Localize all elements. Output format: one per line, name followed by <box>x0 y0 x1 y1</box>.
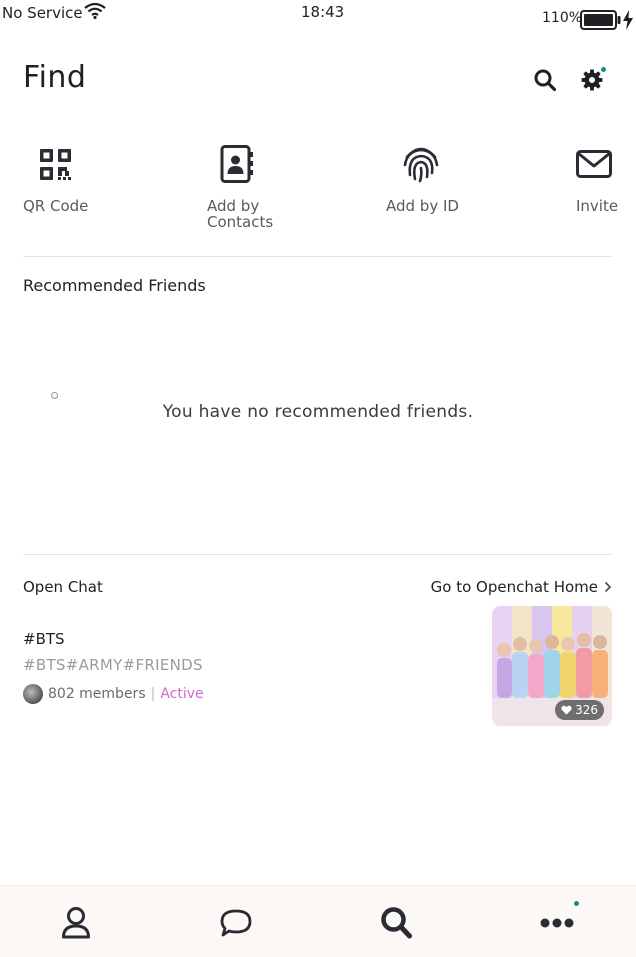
likes-count: 326 <box>575 703 598 717</box>
search-icon[interactable] <box>533 68 557 92</box>
notification-dot <box>601 67 606 72</box>
carrier-label: No Service <box>2 4 83 22</box>
recommended-friends-title: Recommended Friends <box>23 276 206 295</box>
member-avatar <box>23 684 43 704</box>
contacts-book-icon <box>220 145 253 183</box>
empty-recommendations-message: You have no recommended friends. <box>162 402 474 422</box>
openchat-thumbnail[interactable]: 326 <box>492 606 612 726</box>
status-bar: No Service 18:43 110% <box>0 0 636 34</box>
loading-indicator <box>51 392 58 399</box>
envelope-icon <box>576 150 612 178</box>
member-count: 802 members <box>48 686 146 702</box>
openchat-home-link[interactable]: Go to Openchat Home <box>431 578 612 596</box>
divider <box>23 554 612 555</box>
action-label: Add by ID <box>386 197 459 215</box>
activity-status: Active <box>160 686 204 702</box>
more-tab[interactable] <box>540 901 580 940</box>
qr-code-icon <box>40 149 71 180</box>
likes-badge: 326 <box>555 700 604 720</box>
charging-icon <box>623 10 633 30</box>
action-label: Invite <box>576 197 619 215</box>
openchat-tags: #BTS#ARMY#FRIENDS <box>23 656 203 674</box>
clock: 18:43 <box>301 3 345 21</box>
chevron-right-icon <box>604 581 612 593</box>
heart-icon <box>561 705 572 715</box>
battery-icon <box>580 10 621 30</box>
chat-bubble-icon[interactable] <box>219 908 253 938</box>
open-chat-title: Open Chat <box>23 578 103 596</box>
openchat-meta: 802 members | Active <box>23 684 204 704</box>
action-label: Add by Contacts <box>207 197 274 231</box>
action-label: QR Code <box>23 197 89 215</box>
separator: | <box>150 686 156 702</box>
search-icon[interactable] <box>380 906 413 940</box>
divider <box>23 256 612 257</box>
settings-button[interactable] <box>580 67 606 93</box>
more-icon <box>540 918 574 928</box>
bottom-nav <box>0 885 636 957</box>
person-icon[interactable] <box>61 906 91 940</box>
wifi-icon <box>84 2 106 20</box>
openchat-home-label: Go to Openchat Home <box>430 578 598 596</box>
battery-percent: 110% <box>542 10 583 26</box>
gear-icon <box>581 69 603 91</box>
page-title: Find <box>23 60 87 95</box>
notification-dot <box>574 901 579 906</box>
openchat-name: #BTS <box>23 630 65 648</box>
fingerprint-icon <box>403 147 439 183</box>
